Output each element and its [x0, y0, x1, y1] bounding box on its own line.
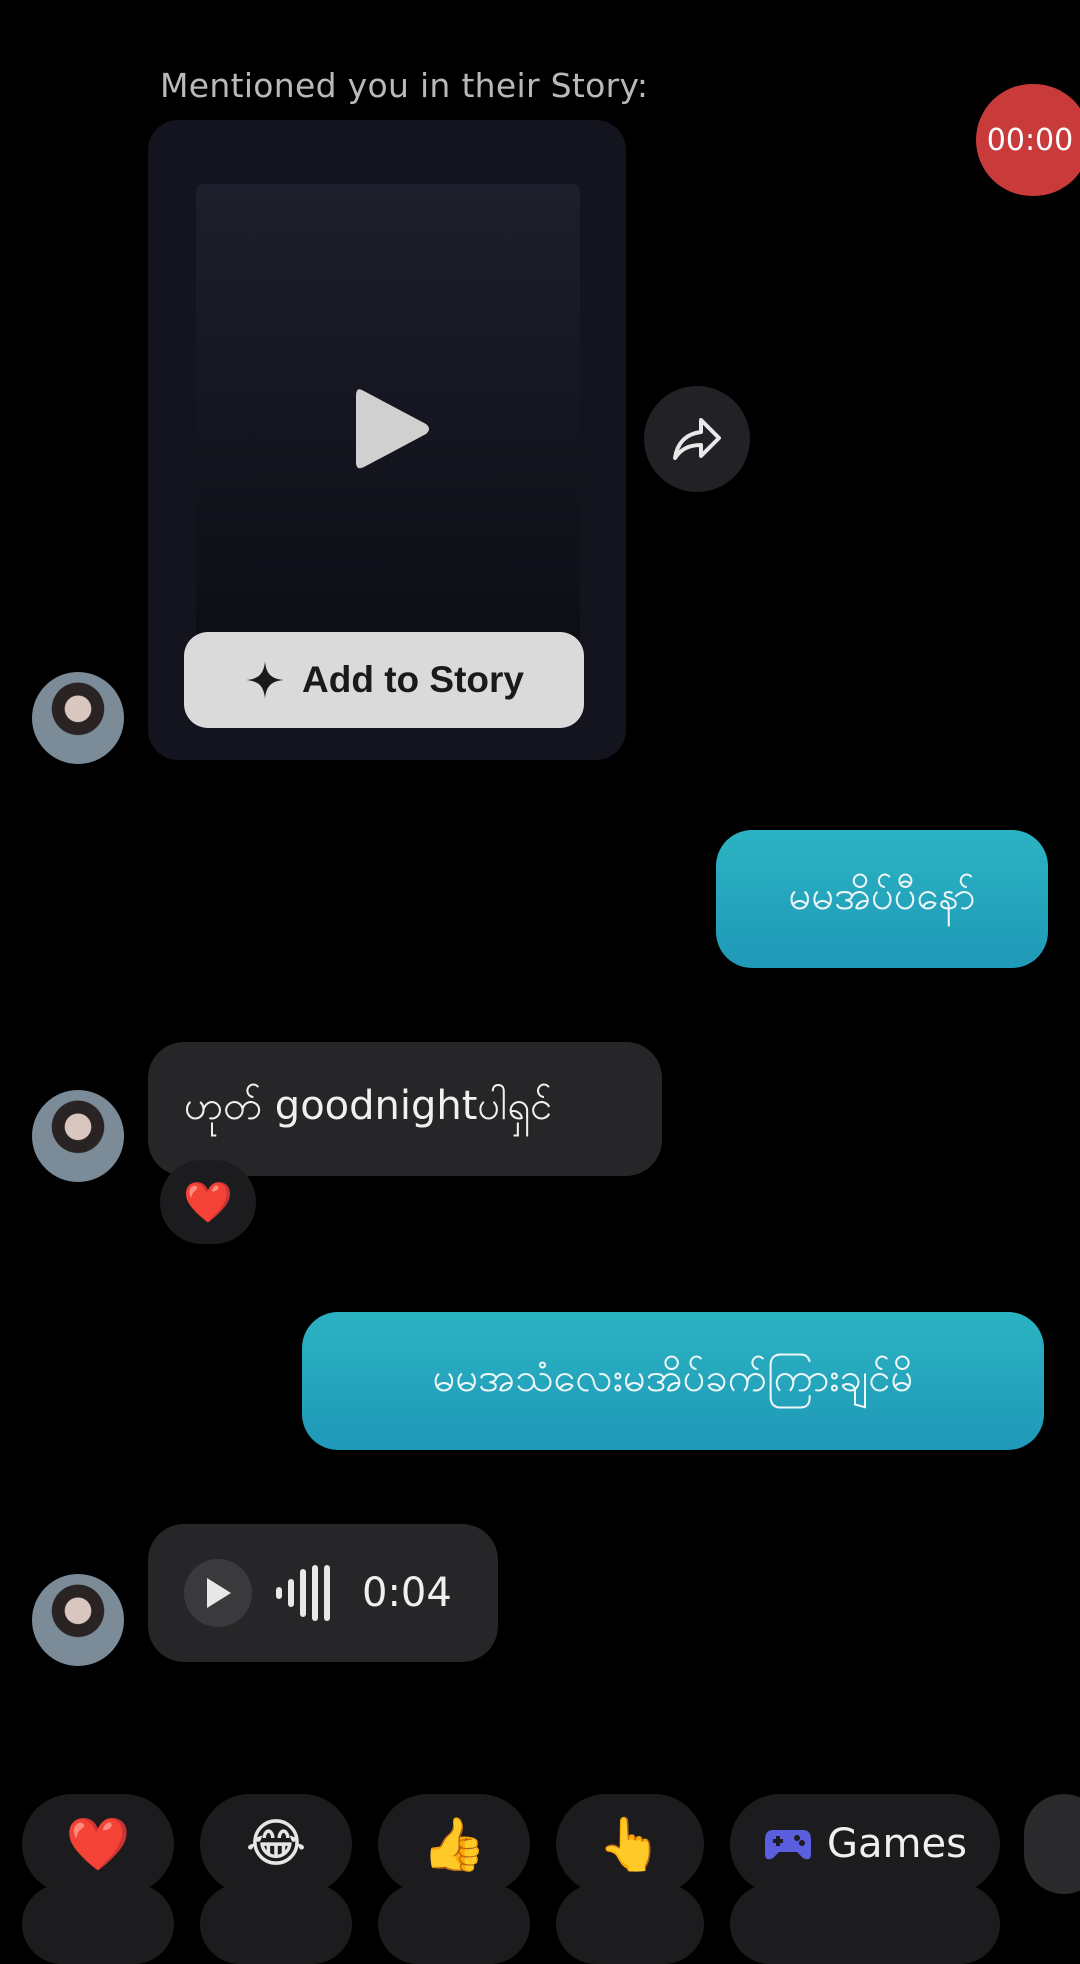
- gamepad-icon: [765, 1830, 812, 1860]
- heart-reaction[interactable]: ❤️: [160, 1160, 256, 1244]
- incoming-message[interactable]: ဟုတ် goodnightပါရှင်: [148, 1042, 662, 1176]
- add-to-story-label: Add to Story: [302, 659, 524, 700]
- quick-reply-heart[interactable]: ❤️: [22, 1794, 174, 1894]
- quick-reply-chip[interactable]: [556, 1884, 704, 1964]
- story-mention-header: Mentioned you in their Story:: [160, 66, 649, 105]
- outgoing-message[interactable]: မမအိပ်ပီနော်: [716, 830, 1048, 968]
- games-button[interactable]: Games: [730, 1794, 1000, 1894]
- play-icon: [207, 1578, 231, 1608]
- share-arrow-icon: [673, 418, 721, 460]
- quick-reply-point-up[interactable]: 👆: [556, 1794, 704, 1894]
- message-text: ဟုတ် goodnightပါရှင်: [184, 1082, 553, 1129]
- laughing-face-icon: 😂: [245, 1814, 307, 1874]
- story-card[interactable]: Add to Story: [148, 120, 626, 760]
- recording-timer-badge[interactable]: 00:00: [976, 84, 1080, 196]
- add-to-story-button[interactable]: Add to Story: [184, 632, 584, 728]
- games-label: Games: [827, 1821, 967, 1867]
- quick-reply-chip[interactable]: [730, 1884, 1000, 1964]
- quick-reply-chip[interactable]: [22, 1884, 174, 1964]
- pointing-up-icon: 👆: [597, 1814, 663, 1875]
- sparkle-icon: [246, 661, 284, 699]
- avatar[interactable]: [32, 672, 124, 764]
- share-button[interactable]: [644, 386, 750, 492]
- message-text: မမအသံလေးမအိပ်ခက်ကြားချင်မိ: [432, 1354, 914, 1401]
- waveform-icon: [276, 1565, 330, 1621]
- heart-icon: ❤️: [183, 1179, 233, 1226]
- voice-play-button[interactable]: [184, 1559, 252, 1627]
- voice-duration: 0:04: [362, 1570, 452, 1616]
- heart-icon: ❤️: [65, 1814, 131, 1875]
- story-preview[interactable]: [196, 184, 580, 654]
- avatar[interactable]: [32, 1090, 124, 1182]
- quick-reply-laugh[interactable]: 😂: [200, 1794, 352, 1894]
- quick-reply-chip[interactable]: [378, 1884, 530, 1964]
- message-text: မမအိပ်ပီနော်: [788, 872, 976, 919]
- avatar[interactable]: [32, 1574, 124, 1666]
- quick-reply-chip[interactable]: [200, 1884, 352, 1964]
- play-icon[interactable]: [352, 384, 432, 474]
- quick-reply-thumbs-up[interactable]: 👍: [378, 1794, 530, 1894]
- more-quick-replies[interactable]: [1024, 1794, 1080, 1894]
- outgoing-message[interactable]: မမအသံလေးမအိပ်ခက်ကြားချင်မိ: [302, 1312, 1044, 1450]
- thumbs-up-icon: 👍: [421, 1814, 487, 1875]
- voice-message[interactable]: 0:04: [148, 1524, 498, 1662]
